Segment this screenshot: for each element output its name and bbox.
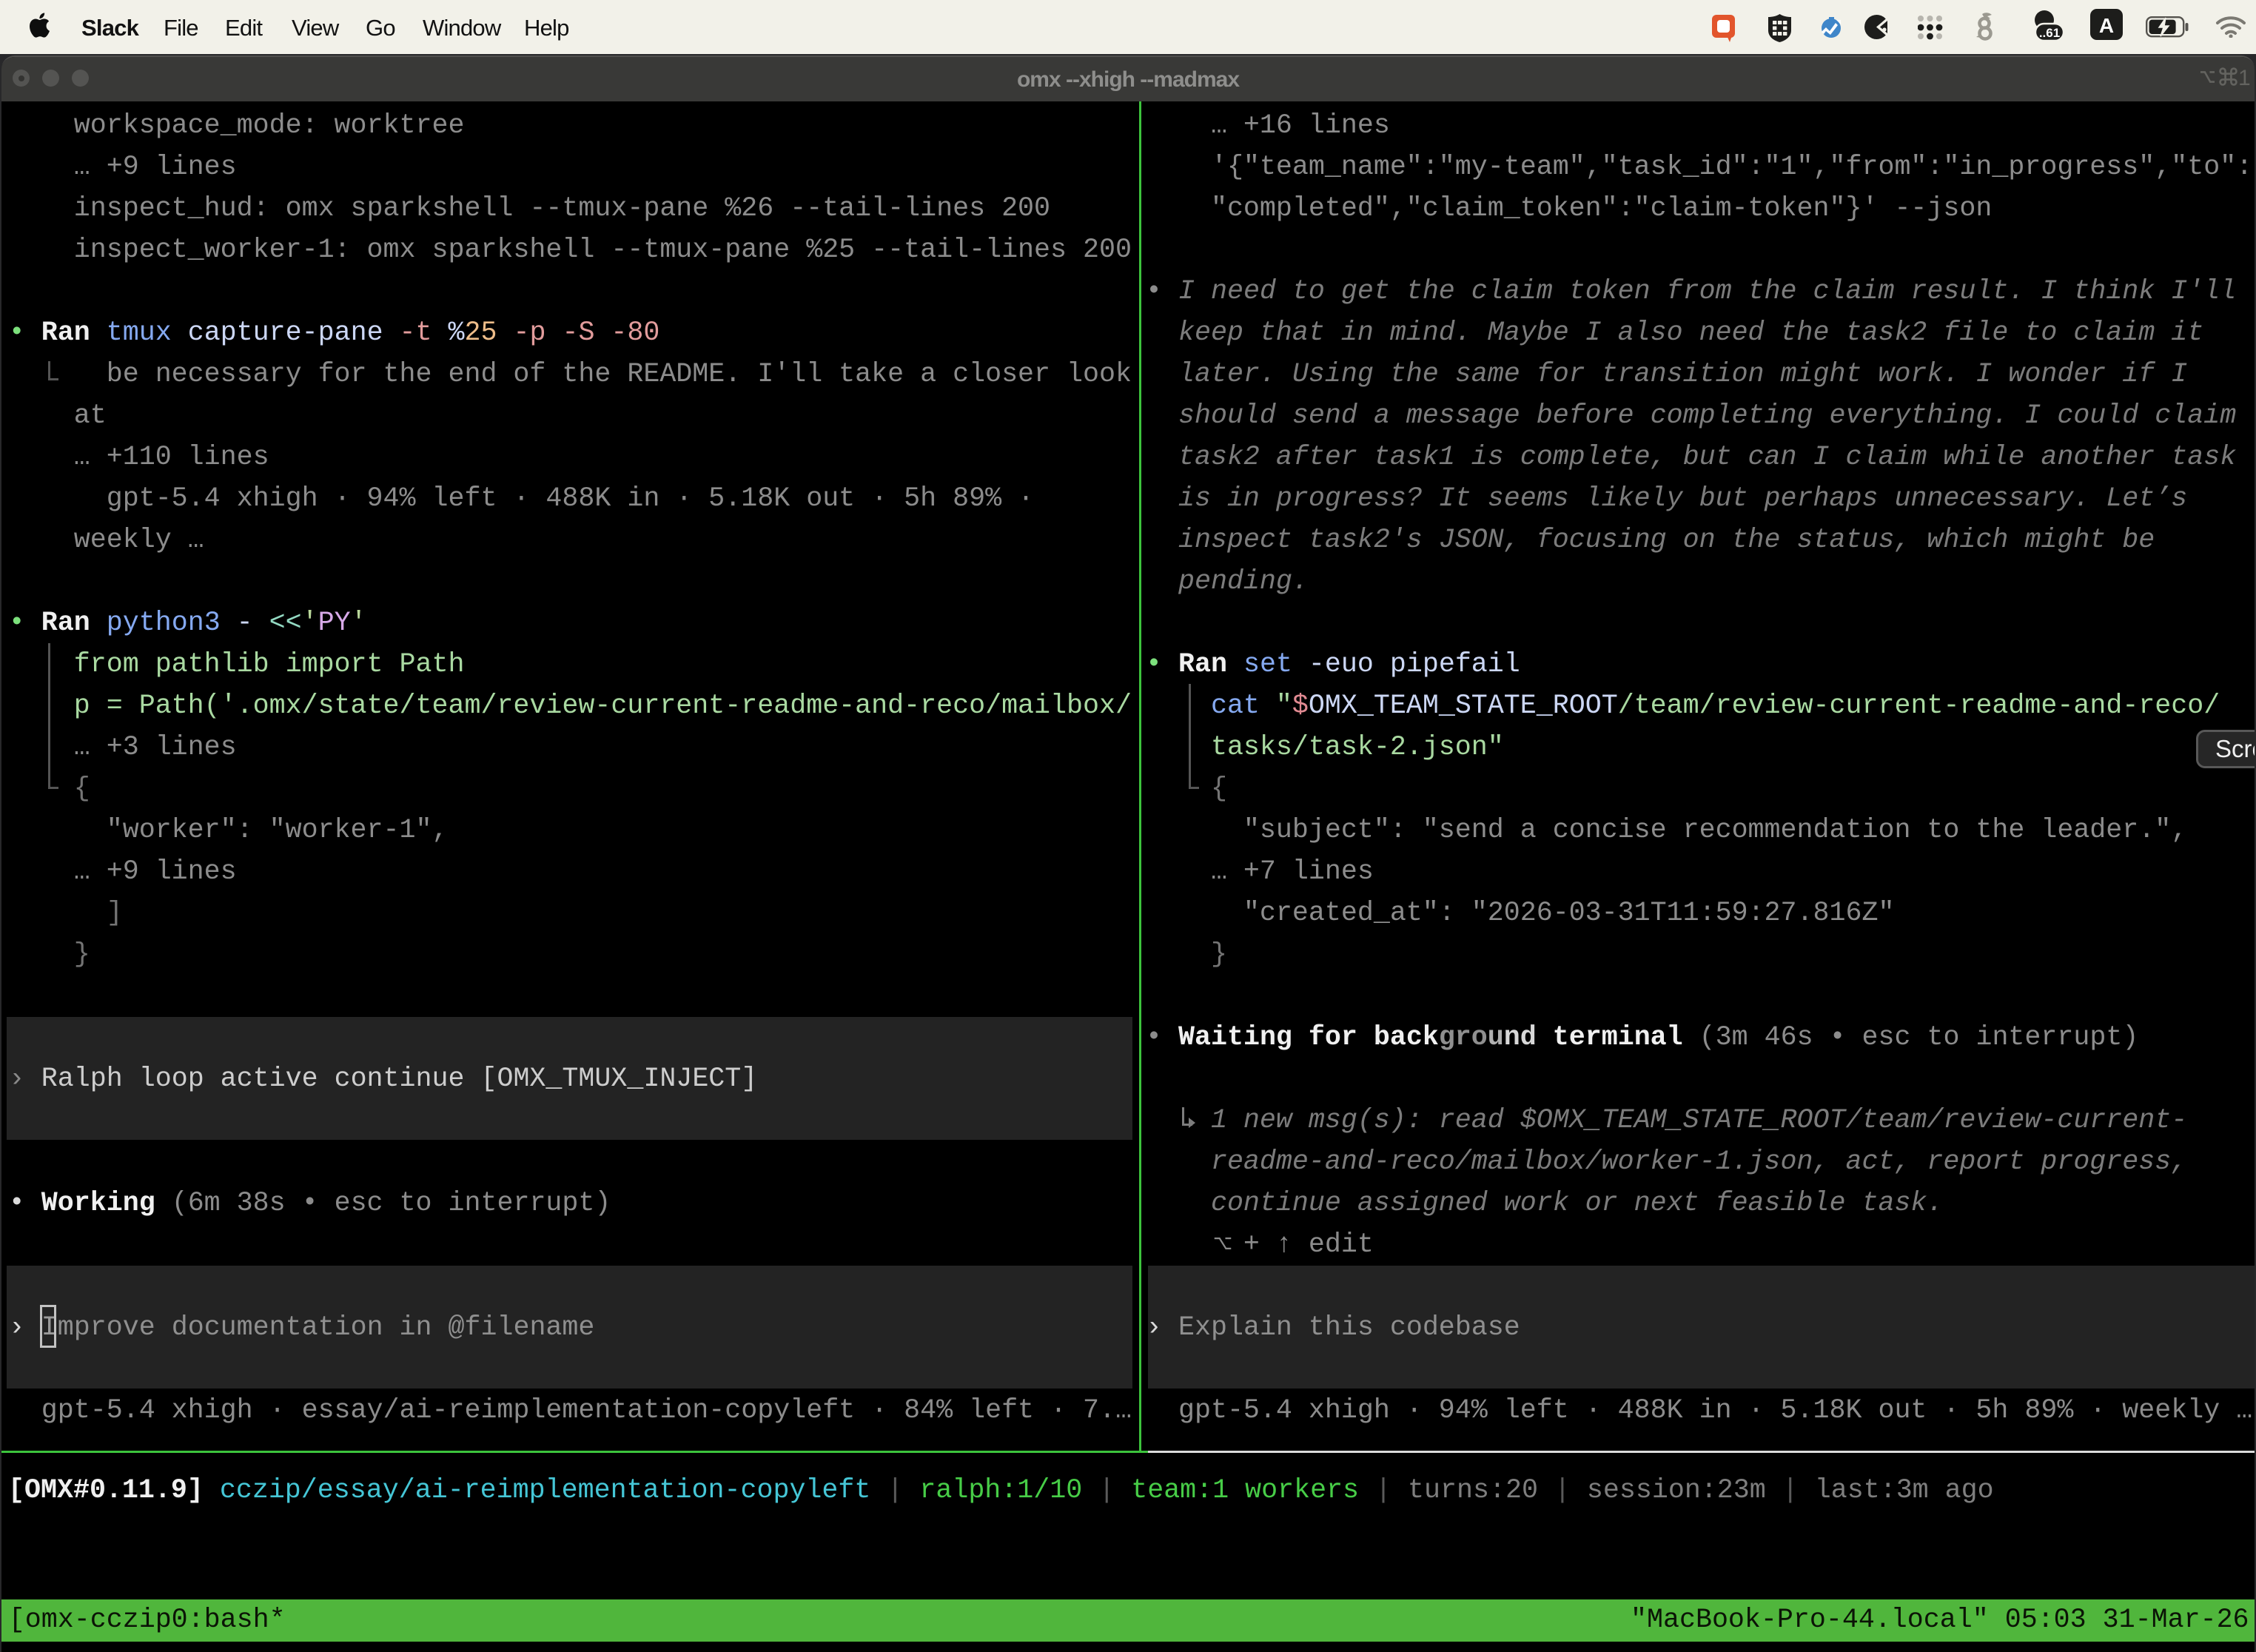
svg-text:..61: ..61 xyxy=(2039,26,2060,40)
svg-text:A: A xyxy=(2099,14,2114,37)
